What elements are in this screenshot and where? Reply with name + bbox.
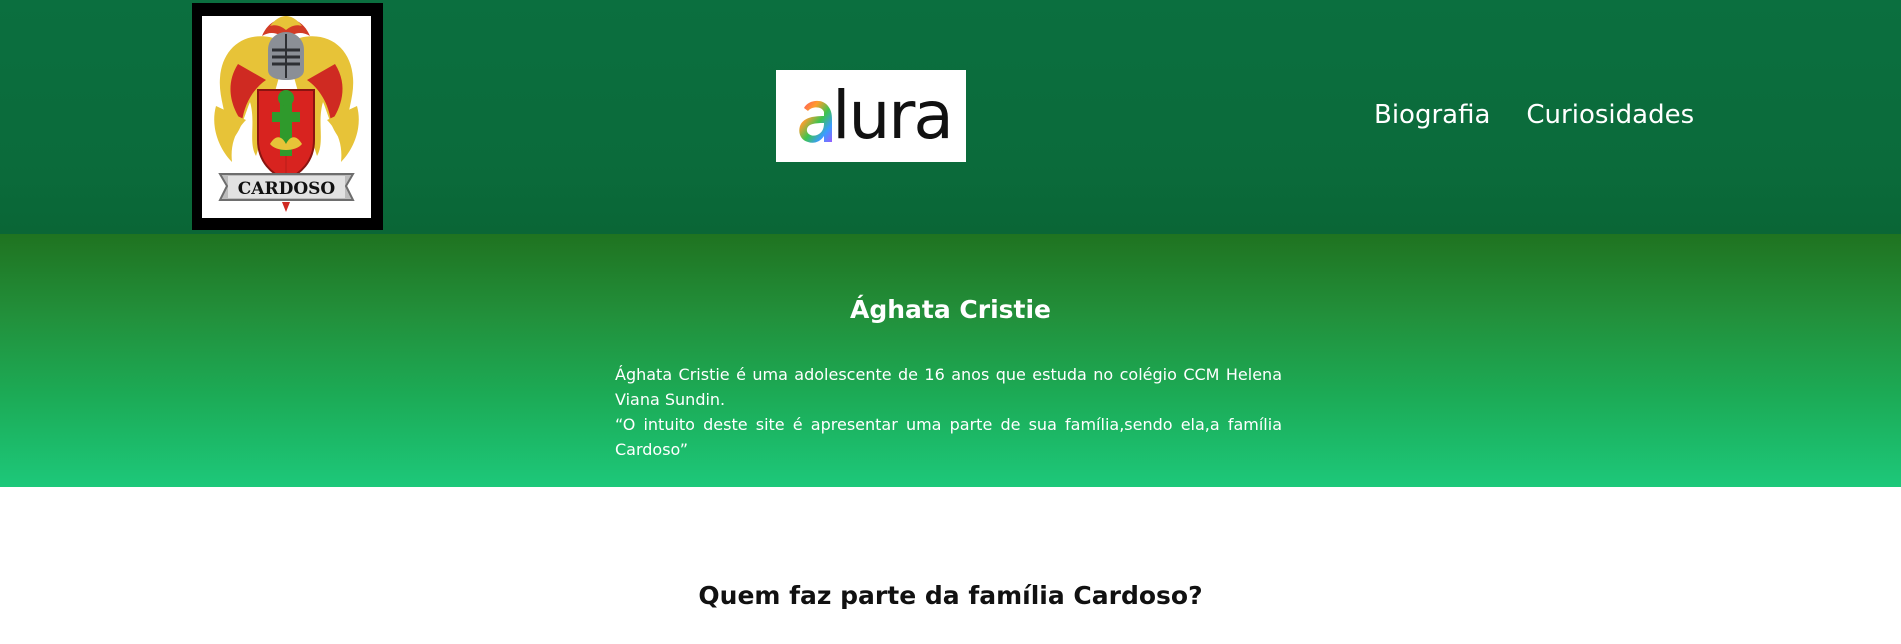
nav-link-biografia[interactable]: Biografia — [1374, 98, 1490, 132]
hero-section: Ághata Cristie Ághata Cristie é uma adol… — [0, 234, 1901, 487]
site-header: CARDOSO lura Biografia Curiosidades — [0, 0, 1901, 234]
alura-wordmark: lura — [832, 83, 954, 149]
main-nav: Biografia Curiosidades — [1374, 98, 1694, 132]
crest-banner-text: CARDOSO — [237, 179, 336, 199]
alura-a-letter-icon — [799, 100, 832, 143]
alura-wordmark-text: lura — [832, 77, 954, 154]
nav-link-curiosidades[interactable]: Curiosidades — [1526, 98, 1694, 132]
hero-paragraph-quote: “O intuito deste site é apresentar uma p… — [615, 415, 1282, 459]
family-crest-logo[interactable]: CARDOSO — [192, 3, 383, 230]
family-crest-icon: CARDOSO — [202, 16, 371, 218]
alura-logo[interactable]: lura — [776, 70, 966, 162]
family-section-title: Quem faz parte da família Cardoso? — [698, 580, 1203, 610]
hero-title: Ághata Cristie — [849, 295, 1052, 324]
hero-paragraph-bio: Ághata Cristie é uma adolescente de 16 a… — [615, 365, 1282, 409]
hero-description: Ághata Cristie é uma adolescente de 16 a… — [615, 362, 1282, 462]
